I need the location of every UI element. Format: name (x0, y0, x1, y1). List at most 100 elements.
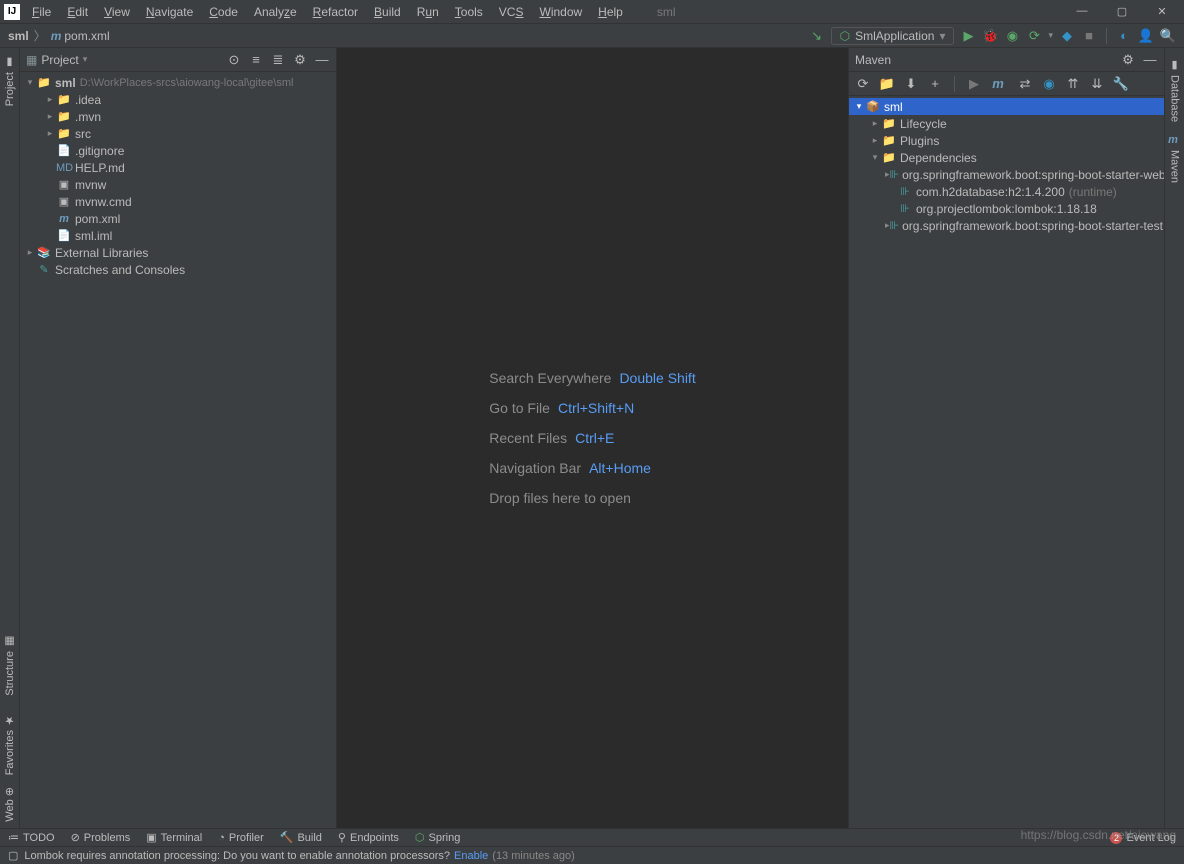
maven-dep-1[interactable]: ⊪com.h2database:h2:1.4.200(runtime) (849, 183, 1164, 200)
execute-icon[interactable]: m (990, 76, 1006, 92)
tree-file-gitignore[interactable]: 📄.gitignore (20, 142, 336, 159)
tab-build[interactable]: 🔨 Build (280, 831, 322, 844)
project-tree[interactable]: ▾📁 sml D:\WorkPlaces-srcs\aiowang-local\… (20, 72, 336, 828)
maven-tree[interactable]: ▾📦sml ▸📁Lifecycle ▸📁Plugins ▾📁Dependenci… (849, 96, 1164, 828)
collapse-all-icon[interactable]: ⇈ (1065, 76, 1081, 92)
tree-file-mvnwcmd[interactable]: ▣mvnw.cmd (20, 193, 336, 210)
tab-todo[interactable]: ≔ TODO (8, 831, 55, 844)
menu-window[interactable]: Window (537, 3, 584, 21)
tip-gotofile[interactable]: Go to FileCtrl+Shift+N (489, 400, 695, 416)
spring-icon: ⬡ (840, 29, 850, 43)
tab-spring[interactable]: ⬡ Spring (415, 831, 460, 844)
menu-refactor[interactable]: Refactor (311, 3, 360, 21)
debug-icon[interactable]: 🐞 (982, 28, 998, 44)
status-enable-link[interactable]: Enable (454, 850, 488, 862)
tab-endpoints[interactable]: ⚲ Endpoints (338, 831, 399, 844)
menu-analyze[interactable]: Analyze (252, 3, 299, 21)
tab-favorites[interactable]: Favorites ★ (3, 708, 16, 781)
tab-maven[interactable]: m Maven (1168, 128, 1181, 189)
tab-profiler[interactable]: ◔ Profiler (218, 832, 264, 844)
profile-dropdown[interactable]: ▾ (1048, 30, 1053, 41)
tab-terminal[interactable]: ▣ Terminal (146, 831, 202, 844)
crumb-root[interactable]: sml (8, 29, 29, 43)
reload-icon[interactable]: ⟳ (855, 76, 871, 92)
tree-file-pom[interactable]: mpom.xml (20, 210, 336, 227)
gear-icon[interactable]: ⚙ (292, 52, 308, 68)
generate-icon[interactable]: 📁 (879, 76, 895, 92)
tree-external-libs[interactable]: ▸📚External Libraries (20, 244, 336, 261)
maven-lifecycle[interactable]: ▸📁Lifecycle (849, 115, 1164, 132)
select-opened-icon[interactable]: ⊙ (226, 52, 242, 68)
status-bar: ▢ Lombok requires annotation processing:… (0, 846, 1184, 864)
update-icon[interactable]: ◐ (1116, 28, 1132, 44)
maven-root[interactable]: ▾📦sml (849, 98, 1164, 115)
hammer-icon[interactable]: ↘ (809, 28, 825, 44)
tree-root[interactable]: ▾📁 sml D:\WorkPlaces-srcs\aiowang-local\… (20, 74, 336, 91)
run-icon[interactable]: ▶ (960, 28, 976, 44)
tab-database[interactable]: ▮ Database (1168, 52, 1181, 128)
tree-file-iml[interactable]: 📄sml.iml (20, 227, 336, 244)
tree-file-mvnw[interactable]: ▣mvnw (20, 176, 336, 193)
maven-panel-header: Maven ⚙ — (849, 48, 1164, 72)
title-bar: IJ File Edit View Navigate Code Analyze … (0, 0, 1184, 24)
project-panel-header: ▦ Project ▾ ⊙ ≡ ≣ ⚙ — (20, 48, 336, 72)
crumb-file[interactable]: pom.xml (64, 29, 109, 43)
menu-help[interactable]: Help (596, 3, 625, 21)
hide-icon[interactable]: — (1142, 52, 1158, 68)
run-config-selector[interactable]: ⬡ SmlApplication ▾ (831, 27, 955, 45)
tip-search[interactable]: Search EverywhereDouble Shift (489, 370, 695, 386)
add-icon[interactable]: + (927, 76, 943, 92)
minimize-button[interactable]: — (1072, 5, 1092, 18)
tab-project[interactable]: Project ▮ (3, 50, 16, 112)
hide-icon[interactable]: — (314, 52, 330, 68)
maven-dep-3[interactable]: ▸⊪org.springframework.boot:spring-boot-s… (849, 217, 1164, 234)
menu-file[interactable]: File (30, 3, 53, 21)
menu-view[interactable]: View (102, 3, 132, 21)
show-deps-icon[interactable]: ⇊ (1089, 76, 1105, 92)
run-maven-icon[interactable]: ▶ (966, 76, 982, 92)
tree-file-help[interactable]: MDHELP.md (20, 159, 336, 176)
coverage-icon[interactable]: ◉ (1004, 28, 1020, 44)
download-icon[interactable]: ⬇ (903, 76, 919, 92)
search-icon[interactable]: 🔍 (1160, 28, 1176, 44)
gear-icon[interactable]: ⚙ (1120, 52, 1136, 68)
menu-tools[interactable]: Tools (453, 3, 485, 21)
wrench-icon[interactable]: 🔧 (1113, 76, 1129, 92)
tree-folder-mvn[interactable]: ▸📁.mvn (20, 108, 336, 125)
menu-build[interactable]: Build (372, 3, 403, 21)
project-panel-title[interactable]: Project (41, 53, 78, 67)
menu-edit[interactable]: Edit (65, 3, 90, 21)
tip-navbar[interactable]: Navigation BarAlt+Home (489, 460, 695, 476)
maven-dep-2[interactable]: ⊪org.projectlombok:lombok:1.18.18 (849, 200, 1164, 217)
maven-panel-title: Maven (855, 53, 891, 67)
editor-area[interactable]: Search EverywhereDouble Shift Go to File… (337, 48, 848, 828)
stop-icon[interactable]: ■ (1081, 28, 1097, 44)
tab-web[interactable]: Web ⊕ (3, 781, 16, 828)
tree-folder-src[interactable]: ▸📁src (20, 125, 336, 142)
bottom-bar: ≔ TODO ⊘ Problems ▣ Terminal ◔ Profiler … (0, 828, 1184, 846)
menu-vcs[interactable]: VCS (497, 3, 526, 21)
dropdown-icon[interactable]: ▾ (83, 54, 88, 65)
menu-run[interactable]: Run (415, 3, 441, 21)
welcome-tips: Search EverywhereDouble Shift Go to File… (489, 370, 695, 506)
avatar-icon[interactable]: 👤 (1138, 28, 1154, 44)
expand-icon[interactable]: ≡ (248, 52, 264, 68)
toggle-icon[interactable]: ⇄ (1017, 76, 1033, 92)
tip-recent[interactable]: Recent FilesCtrl+E (489, 430, 695, 446)
maven-plugins[interactable]: ▸📁Plugins (849, 132, 1164, 149)
maven-dependencies[interactable]: ▾📁Dependencies (849, 149, 1164, 166)
attach-icon[interactable]: ◆ (1059, 28, 1075, 44)
menu-navigate[interactable]: Navigate (144, 3, 195, 21)
profile-icon[interactable]: ⟳ (1026, 28, 1042, 44)
tree-folder-idea[interactable]: ▸📁.idea (20, 91, 336, 108)
maximize-button[interactable]: ▢ (1112, 5, 1132, 18)
close-button[interactable]: ✕ (1152, 5, 1172, 18)
offline-icon[interactable]: ◉ (1041, 76, 1057, 92)
tab-problems[interactable]: ⊘ Problems (71, 831, 131, 844)
tree-scratches[interactable]: ✎Scratches and Consoles (20, 261, 336, 278)
collapse-icon[interactable]: ≣ (270, 52, 286, 68)
status-icon[interactable]: ▢ (8, 849, 18, 862)
tab-structure[interactable]: Structure ▦ (3, 629, 16, 702)
maven-dep-0[interactable]: ▸⊪org.springframework.boot:spring-boot-s… (849, 166, 1164, 183)
menu-code[interactable]: Code (207, 3, 240, 21)
